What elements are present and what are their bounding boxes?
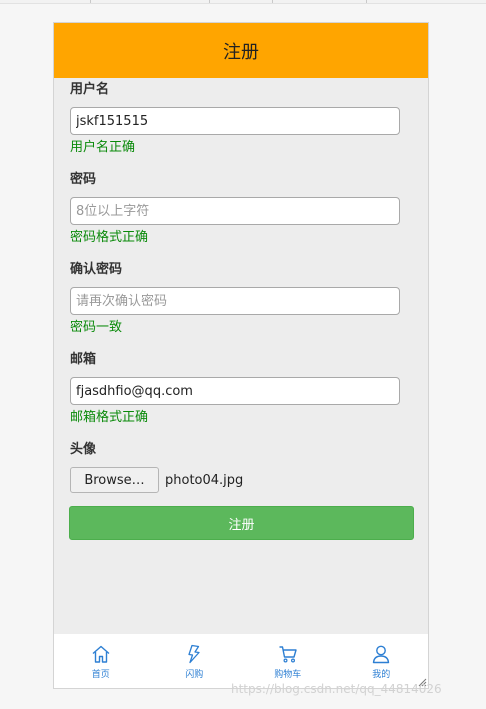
confirm-password-hint: 密码一致 xyxy=(70,320,123,335)
username-field-group: 用户名 用户名正确 xyxy=(70,81,400,157)
strip-divider xyxy=(209,0,210,3)
avatar-label: 头像 xyxy=(70,442,97,457)
email-input[interactable] xyxy=(70,377,400,405)
bottom-tab-bar: 首页 闪购 购物车 我的 xyxy=(54,634,429,688)
tab-cart-label: 购物车 xyxy=(274,670,302,680)
header-bar: 注册 xyxy=(54,23,428,78)
strip-divider xyxy=(366,0,367,3)
tab-profile-label: 我的 xyxy=(372,670,391,680)
tab-home[interactable]: 首页 xyxy=(54,634,148,688)
password-field-group: 密码 密码格式正确 xyxy=(70,171,400,247)
username-label: 用户名 xyxy=(70,82,110,97)
strip-divider xyxy=(90,0,91,3)
email-label: 邮箱 xyxy=(70,352,97,367)
username-hint: 用户名正确 xyxy=(70,140,136,155)
strip-divider xyxy=(272,0,273,3)
browser-top-strip xyxy=(0,0,486,4)
confirm-password-field-group: 确认密码 密码一致 xyxy=(70,261,400,337)
tab-home-label: 首页 xyxy=(91,670,110,680)
watermark: https://blog.csdn.net/qq_44814026 xyxy=(231,682,442,696)
tab-flash-sale-label: 闪购 xyxy=(185,670,204,680)
register-submit-button[interactable]: 注册 xyxy=(69,506,414,540)
home-icon xyxy=(92,645,110,663)
avatar-field-group: 头像 Browse… photo04.jpg xyxy=(70,441,400,493)
confirm-password-label: 确认密码 xyxy=(70,262,123,277)
flash-icon xyxy=(188,644,200,664)
page-title: 注册 xyxy=(223,41,259,63)
password-hint: 密码格式正确 xyxy=(70,230,149,245)
tab-profile[interactable]: 我的 xyxy=(335,634,429,688)
tab-cart[interactable]: 购物车 xyxy=(241,634,335,688)
selected-file-name: photo04.jpg xyxy=(165,472,244,488)
confirm-password-input[interactable] xyxy=(70,287,400,315)
password-input[interactable] xyxy=(70,197,400,225)
tab-flash-sale[interactable]: 闪购 xyxy=(148,634,242,688)
email-hint: 邮箱格式正确 xyxy=(70,410,149,425)
cart-icon xyxy=(279,646,297,663)
username-input[interactable] xyxy=(70,107,400,135)
password-label: 密码 xyxy=(70,172,97,187)
avatar-file-picker: Browse… photo04.jpg xyxy=(70,467,400,493)
user-icon xyxy=(373,645,390,664)
email-field-group: 邮箱 邮箱格式正确 xyxy=(70,351,400,427)
browse-button[interactable]: Browse… xyxy=(70,467,159,493)
mobile-viewport: 注册 用户名 用户名正确 密码 密码格式正确 确认密码 密码一致 邮箱 邮箱格式… xyxy=(53,22,429,689)
